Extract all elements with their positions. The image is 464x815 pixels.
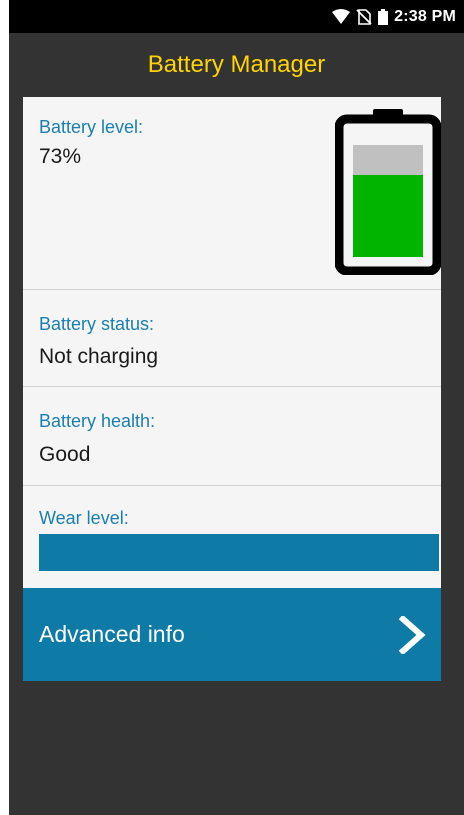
phone-screen: 2:38 PM Battery Manager Battery level: 7… <box>9 0 464 815</box>
battery-gauge-icon <box>335 109 441 275</box>
status-bar: 2:38 PM <box>9 0 464 33</box>
advanced-info-label: Advanced info <box>39 621 185 647</box>
battery-status-icon <box>378 8 389 25</box>
battery-fill <box>353 175 423 257</box>
no-sim-icon <box>356 8 372 25</box>
battery-level-card: Battery level: 73% <box>23 97 441 290</box>
app-title: Battery Manager <box>147 51 326 78</box>
advanced-info-button[interactable]: Advanced info <box>23 588 441 681</box>
battery-health-value: Good <box>39 443 91 466</box>
battery-status-value: Not charging <box>39 345 159 368</box>
status-time: 2:38 PM <box>394 7 456 25</box>
wear-level-label: Wear level: <box>39 508 129 528</box>
battery-health-label: Battery health: <box>39 411 156 431</box>
wifi-icon <box>332 8 351 24</box>
battery-status-label: Battery status: <box>39 314 155 334</box>
status-icons: 2:38 PM <box>332 0 456 33</box>
wear-level-bar <box>39 534 439 571</box>
app-header: Battery Manager <box>9 33 464 97</box>
battery-level-label: Battery level: <box>39 117 144 137</box>
battery-level-value: 73% <box>39 145 82 168</box>
battery-status-card: Battery status: Not charging <box>23 290 441 387</box>
wear-level-fill <box>39 534 439 571</box>
chevron-right-icon <box>398 616 426 654</box>
battery-health-card: Battery health: Good <box>23 387 441 486</box>
wear-level-card: Wear level: <box>23 486 441 588</box>
